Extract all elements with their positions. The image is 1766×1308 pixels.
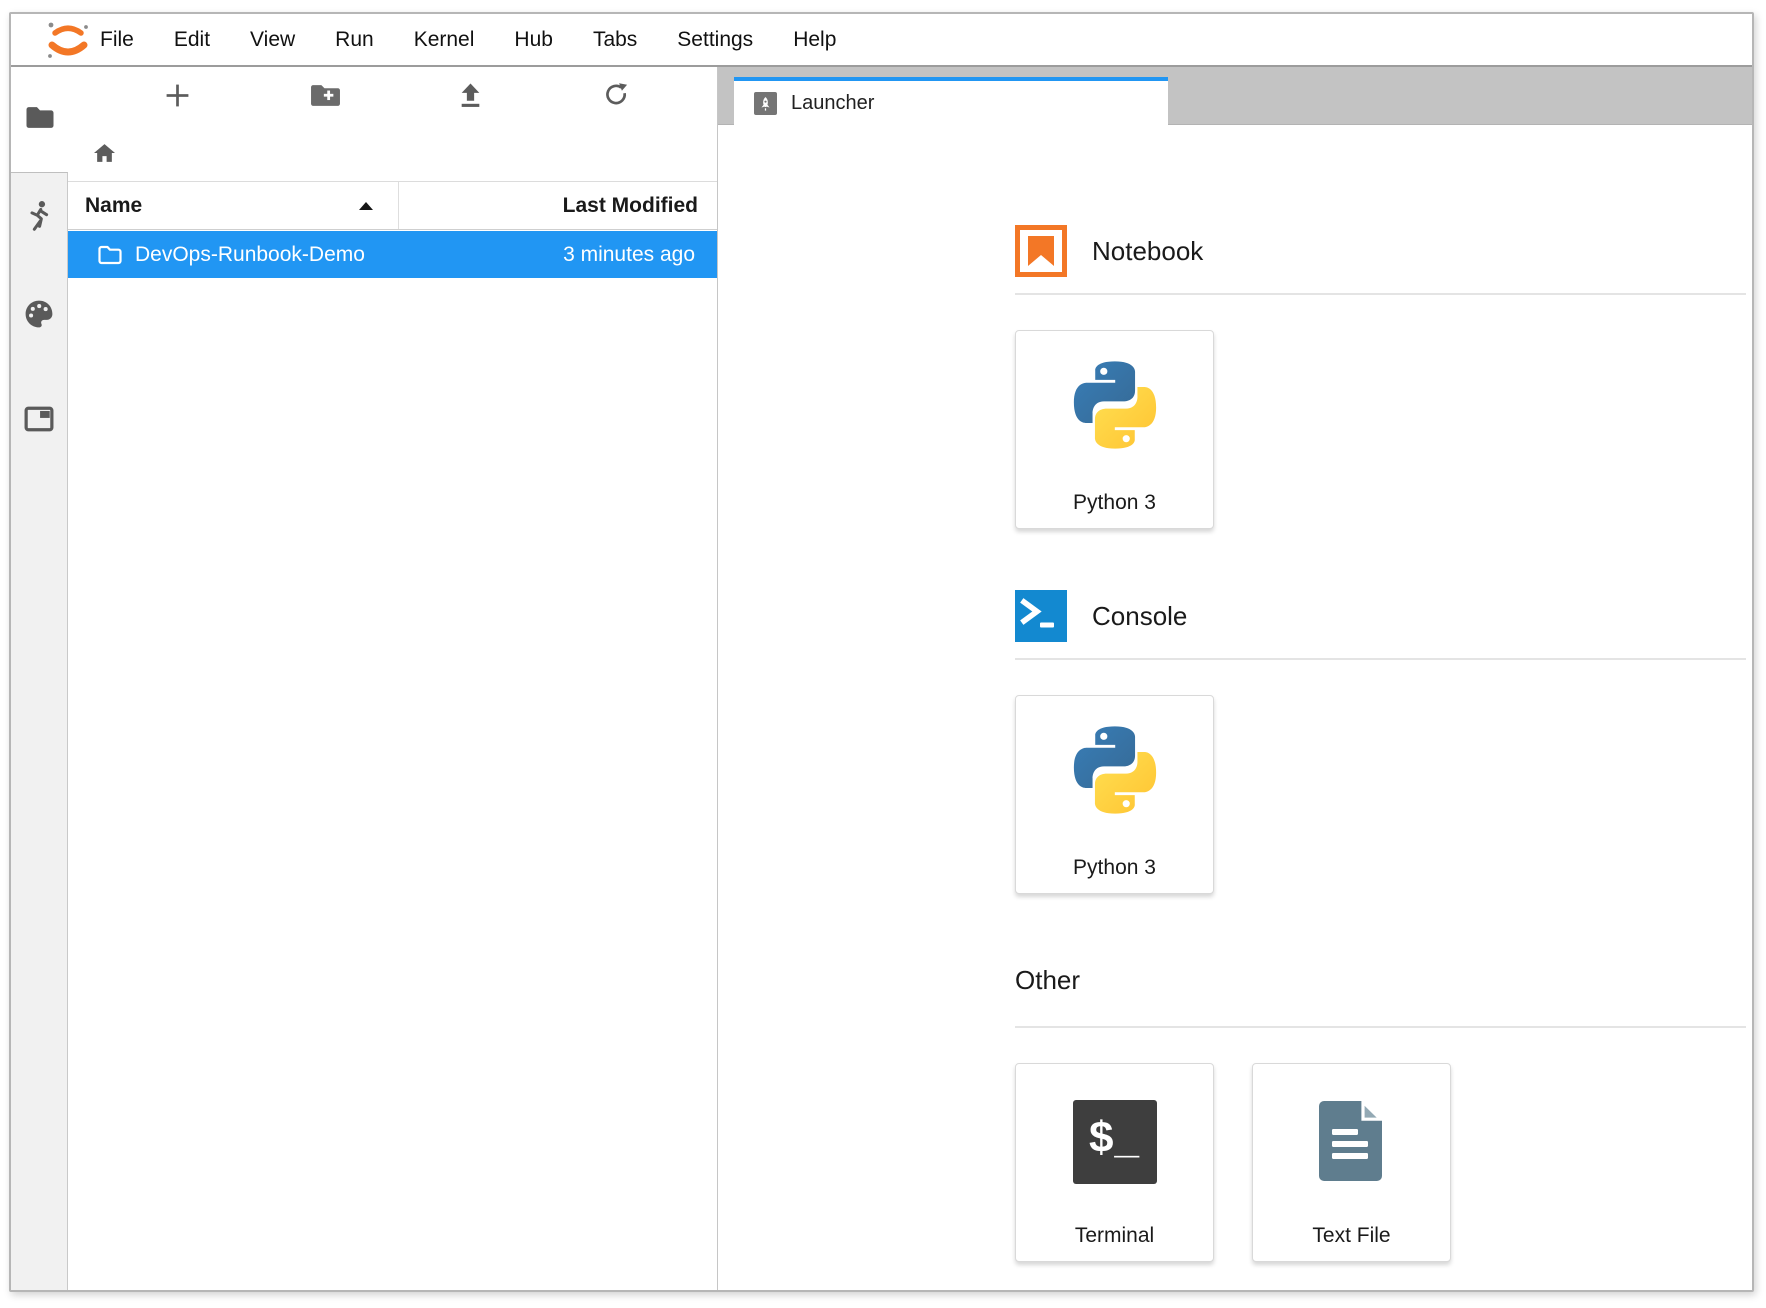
refresh-button[interactable]	[596, 78, 636, 118]
window-icon	[24, 406, 54, 437]
terminal-icon: $_	[1016, 1100, 1213, 1184]
launcher-section-other: Other $_ Terminal	[1015, 964, 1746, 1262]
section-divider	[1015, 1026, 1746, 1028]
card-label: Terminal	[1016, 1224, 1213, 1248]
folder-icon	[97, 244, 123, 271]
launcher-card-console-python3[interactable]: Python 3	[1015, 695, 1214, 894]
file-list-header: Name Last Modified	[68, 181, 717, 230]
menu-bar: File Edit View Run Kernel Hub Tabs Setti…	[11, 14, 1752, 67]
tab-bar: Launcher	[718, 67, 1752, 125]
new-folder-button[interactable]	[305, 78, 345, 118]
menu-settings[interactable]: Settings	[657, 28, 773, 52]
rocket-icon	[754, 92, 777, 115]
column-header-name[interactable]: Name	[85, 182, 142, 229]
section-divider	[1015, 658, 1746, 660]
sidebar-tab-file-browser[interactable]	[11, 67, 68, 172]
menu-kernel[interactable]: Kernel	[394, 28, 495, 52]
sidebar-tab-command-palette[interactable]	[11, 290, 67, 342]
upload-icon	[457, 82, 484, 114]
menu-run[interactable]: Run	[315, 28, 394, 52]
new-launcher-button[interactable]	[157, 78, 197, 118]
column-divider	[398, 182, 399, 229]
menu-hub[interactable]: Hub	[494, 28, 573, 52]
tab-launcher-label: Launcher	[791, 92, 874, 115]
section-title: Notebook	[1092, 236, 1203, 267]
launcher-section-console: Console	[1015, 590, 1746, 894]
card-label: Python 3	[1016, 491, 1213, 515]
launcher-section-notebook: Notebook	[1015, 225, 1746, 529]
folder-icon	[24, 104, 56, 136]
file-last-modified: 3 minutes ago	[563, 243, 695, 267]
left-sidebar	[11, 67, 68, 1290]
console-icon	[1015, 590, 1067, 642]
file-name: DevOps-Runbook-Demo	[135, 243, 365, 267]
new-folder-icon	[310, 83, 341, 113]
plus-icon	[164, 82, 191, 114]
section-title: Console	[1092, 601, 1187, 632]
file-browser-panel: Name Last Modified DevOps-Runbook-Demo 3…	[68, 67, 718, 1290]
launcher-card-terminal[interactable]: $_ Terminal	[1015, 1063, 1214, 1262]
sort-ascending-icon	[359, 202, 373, 210]
card-row: Python 3	[1015, 330, 1746, 529]
terminal-glyph: $_	[1089, 1113, 1140, 1163]
text-file-icon	[1253, 1100, 1450, 1182]
python-logo	[1016, 724, 1213, 816]
launcher: Notebook	[718, 125, 1752, 1290]
sidebar-tab-running-sessions[interactable]	[11, 193, 67, 245]
section-divider	[1015, 293, 1746, 295]
menu-view[interactable]: View	[230, 28, 315, 52]
main-dock-panel: Launcher Notebook	[718, 67, 1752, 1290]
running-man-icon	[25, 199, 53, 240]
section-title: Other	[1015, 965, 1080, 996]
menu-tabs[interactable]: Tabs	[573, 28, 657, 52]
launcher-card-text-file[interactable]: Text File	[1252, 1063, 1451, 1262]
tab-launcher[interactable]: Launcher	[734, 77, 1168, 125]
menu-items: File Edit View Run Kernel Hub Tabs Setti…	[80, 14, 856, 65]
upload-button[interactable]	[450, 78, 490, 118]
notebook-icon	[1015, 225, 1067, 277]
menu-edit[interactable]: Edit	[154, 28, 230, 52]
palette-icon	[24, 299, 54, 334]
section-header-notebook: Notebook	[1015, 225, 1746, 277]
menu-file[interactable]: File	[80, 28, 154, 52]
card-row: Python 3	[1015, 695, 1746, 894]
sidebar-tab-open-tabs[interactable]	[11, 395, 67, 447]
screen: File Edit View Run Kernel Hub Tabs Setti…	[0, 0, 1766, 1308]
refresh-icon	[603, 82, 630, 114]
section-header-other: Other	[1015, 964, 1746, 996]
card-row: $_ Terminal	[1015, 1063, 1746, 1262]
card-label: Python 3	[1016, 856, 1213, 880]
menu-help[interactable]: Help	[773, 28, 856, 52]
column-header-last-modified[interactable]: Last Modified	[563, 182, 698, 229]
file-row-selected[interactable]: DevOps-Runbook-Demo 3 minutes ago	[68, 231, 717, 278]
breadcrumb-home[interactable]	[88, 139, 120, 171]
card-label: Text File	[1253, 1224, 1450, 1248]
home-icon	[94, 144, 115, 167]
launcher-card-notebook-python3[interactable]: Python 3	[1015, 330, 1214, 529]
python-logo	[1016, 359, 1213, 451]
sidebar-inactive-area	[11, 172, 68, 1290]
jupyterlab-window: File Edit View Run Kernel Hub Tabs Setti…	[9, 12, 1754, 1292]
section-header-console: Console	[1015, 590, 1746, 642]
